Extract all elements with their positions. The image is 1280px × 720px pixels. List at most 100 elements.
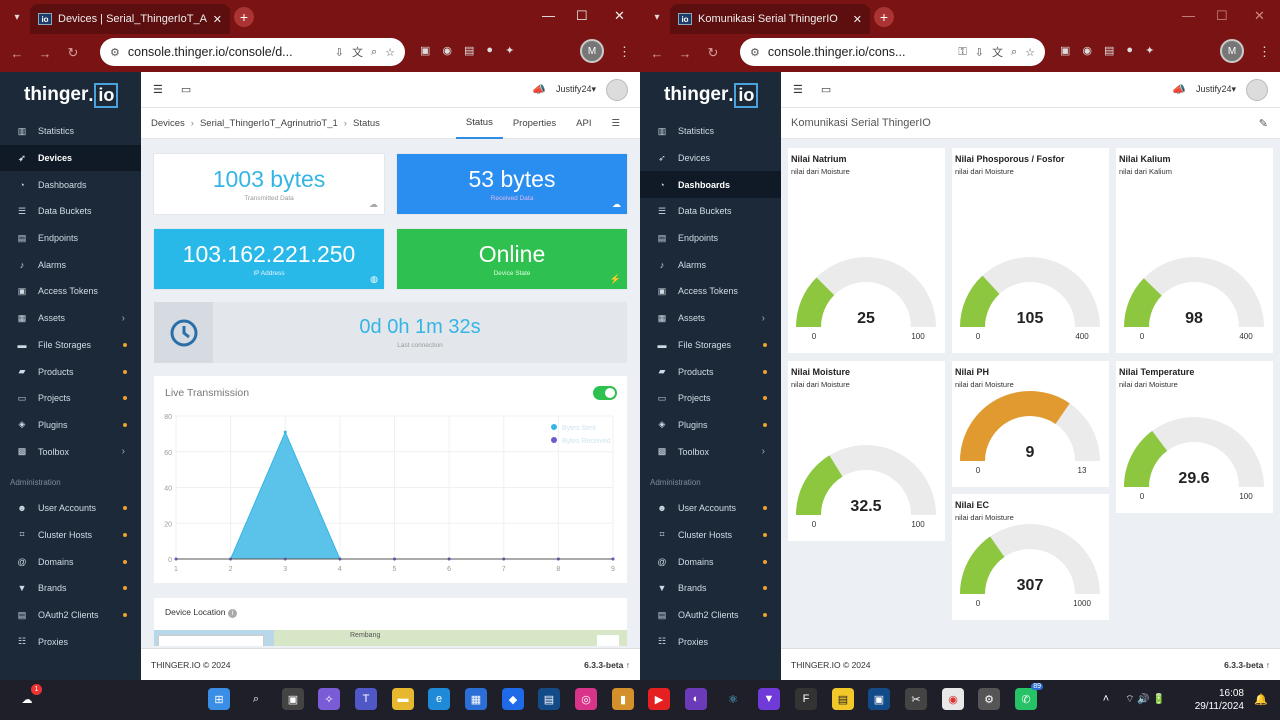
avatar[interactable] xyxy=(606,78,628,101)
edge-icon[interactable]: e xyxy=(428,688,450,710)
browser-tab[interactable]: io Devices | Serial_ThingerIoT_Agr ✕ xyxy=(30,4,230,34)
browser-tab[interactable]: io Komunikasi Serial ThingerIO ✕ xyxy=(670,4,870,34)
extension-icon[interactable]: ▤ xyxy=(1104,44,1114,57)
sidebar-item-oauth2-clients[interactable]: ▤ OAuth2 Clients xyxy=(0,602,141,629)
puzzle-icon[interactable]: ✦ xyxy=(505,44,514,57)
whatsapp-icon[interactable]: ✆ 89 xyxy=(1015,683,1043,710)
options-menu-icon[interactable]: ☰ xyxy=(601,108,630,139)
new-tab-button[interactable]: + xyxy=(234,7,254,27)
gauge-card[interactable]: Nilai EC nilai dari Moisture 307 0 1000 xyxy=(952,494,1109,620)
sidebar-item-projects[interactable]: ▭ Projects xyxy=(0,385,141,412)
sidebar-item-devices[interactable]: ➶ Devices xyxy=(0,144,141,172)
extension-icon[interactable]: ▣ xyxy=(420,44,430,57)
puzzle-icon[interactable]: ✦ xyxy=(1145,44,1154,57)
profile-avatar[interactable]: M xyxy=(580,39,604,63)
key-icon[interactable]: ⚿ xyxy=(958,46,966,59)
sidebar-item-projects[interactable]: ▭ Projects xyxy=(640,385,781,412)
sidebar-item-proxies[interactable]: ☷ Proxies xyxy=(0,628,141,655)
extension-icon[interactable]: ● xyxy=(1126,44,1133,57)
sidebar-item-access-tokens[interactable]: ▣ Access Tokens xyxy=(640,278,781,305)
thinger-logo[interactable]: thinger. io xyxy=(640,72,781,118)
fullscreen-icon[interactable] xyxy=(597,635,619,646)
tray-status-icons[interactable]: ⌔ 🔊 🔋 xyxy=(1120,688,1170,710)
sidebar-item-alarms[interactable]: ♪ Alarms xyxy=(0,251,141,278)
gauge-card[interactable]: Nilai Temperature nilai dari Moisture 29.6… xyxy=(1116,361,1273,513)
profile-avatar[interactable]: M xyxy=(1220,39,1244,63)
sidebar-item-domains[interactable]: @ Domains xyxy=(640,548,781,575)
sidebar-item-proxies[interactable]: ☷ Proxies xyxy=(640,628,781,655)
clock[interactable]: 16:08 29/11/2024 xyxy=(1195,687,1244,713)
site-info-icon[interactable]: ⚙ xyxy=(110,46,120,59)
app-icon[interactable]: ▼ xyxy=(758,688,780,710)
sidebar-item-toolbox[interactable]: ▩ Toolbox › xyxy=(0,438,141,465)
tab-api[interactable]: API xyxy=(566,108,601,139)
map[interactable]: Rembang xyxy=(154,630,627,646)
tab-properties[interactable]: Properties xyxy=(503,108,566,139)
instagram-icon[interactable]: ◎ xyxy=(575,688,597,710)
megaphone-icon[interactable]: 📣 xyxy=(1172,83,1186,96)
zoom-icon[interactable]: ⌕ xyxy=(371,46,377,59)
gauge-card[interactable]: Nilai PH nilai dari Moisture 9 0 13 xyxy=(952,361,1109,487)
app-icon[interactable]: ▣ xyxy=(868,688,890,710)
sidebar-item-brands[interactable]: ▼ Brands xyxy=(0,575,141,602)
teams-icon[interactable]: T xyxy=(355,688,377,710)
sidebar-item-user-accounts[interactable]: ☻ User Accounts xyxy=(640,495,781,522)
tab-status[interactable]: Status xyxy=(455,108,503,139)
sidebar-item-products[interactable]: ▰ Products xyxy=(0,358,141,385)
settings-icon[interactable]: ⚙ xyxy=(978,688,1000,710)
sidebar-item-brands[interactable]: ▼ Brands xyxy=(640,575,781,602)
close-window-icon[interactable]: ✕ xyxy=(1254,8,1265,24)
menu-kebab-icon[interactable]: ⋮ xyxy=(1258,44,1271,60)
sidebar-item-data-buckets[interactable]: ☰ Data Buckets xyxy=(0,198,141,225)
extension-icon[interactable]: ▣ xyxy=(1060,44,1070,57)
reload-icon[interactable]: ↻ xyxy=(64,45,82,61)
app-icon[interactable]: ▮ xyxy=(612,688,634,710)
sidebar-item-assets[interactable]: ▦ Assets › xyxy=(0,305,141,332)
back-icon[interactable]: ← xyxy=(648,46,666,61)
sidebar-item-user-accounts[interactable]: ☻ User Accounts xyxy=(0,495,141,522)
minimize-icon[interactable]: — xyxy=(542,8,555,23)
copilot-icon[interactable]: ✧ xyxy=(318,688,340,710)
translate-icon[interactable]: 文 xyxy=(992,44,1003,60)
sidebar-item-statistics[interactable]: ▥ Statistics xyxy=(640,118,781,145)
close-tab-icon[interactable]: ✕ xyxy=(213,13,222,26)
sidebar-item-toolbox[interactable]: ▩ Toolbox › xyxy=(640,438,781,465)
sidebar-item-plugins[interactable]: ◈ Plugins xyxy=(0,412,141,439)
sidebar-item-plugins[interactable]: ◈ Plugins xyxy=(640,412,781,439)
sidebar-item-domains[interactable]: @ Domains xyxy=(0,548,141,575)
install-icon[interactable]: ⇩ xyxy=(335,46,344,59)
sidebar-item-devices[interactable]: ➶ Devices xyxy=(640,145,781,172)
sidebar-item-endpoints[interactable]: ▤ Endpoints xyxy=(640,225,781,252)
file-explorer-icon[interactable]: ▬ xyxy=(392,688,414,710)
translate-icon[interactable]: 文 xyxy=(352,44,363,60)
sidebar-item-statistics[interactable]: ▥ Statistics xyxy=(0,118,141,145)
github-icon[interactable]: ◐ xyxy=(685,688,707,710)
extension-icon[interactable]: ◉ xyxy=(442,44,452,57)
menu-kebab-icon[interactable]: ⋮ xyxy=(618,44,631,60)
sidebar-item-products[interactable]: ▰ Products xyxy=(640,358,781,385)
gauge-card[interactable]: Nilai Phosporous / Fosfor nilai dari Mois… xyxy=(952,148,1109,353)
chrome-icon[interactable]: ◉ xyxy=(942,688,964,710)
forward-icon[interactable]: → xyxy=(676,46,694,61)
tab-list-icon[interactable]: ▾ xyxy=(8,8,26,26)
dropbox-icon[interactable]: ◆ xyxy=(502,688,524,710)
breadcrumb-device[interactable]: Serial_ThingerIoT_AgrinutrioT_1 xyxy=(200,118,338,129)
start-icon[interactable]: ⊞ xyxy=(208,688,230,710)
sidebar-item-access-tokens[interactable]: ▣ Access Tokens xyxy=(0,278,141,305)
extension-icon[interactable]: ● xyxy=(486,44,493,57)
store-icon[interactable]: ▦ xyxy=(465,688,487,710)
edit-icon[interactable]: ✎ xyxy=(1259,117,1268,130)
search-icon[interactable]: ⌕ xyxy=(245,688,267,710)
thinger-logo[interactable]: thinger. io xyxy=(0,72,141,118)
address-bar[interactable]: ⚙ console.thinger.io/cons... ⚿ ⇩ 文 ⌕ ☆ xyxy=(740,38,1045,66)
notification-bell-icon[interactable]: 🔔 xyxy=(1250,688,1272,710)
menu-toggle-icon[interactable]: ☰ xyxy=(153,83,163,96)
sidebar-item-file-storages[interactable]: ▬ File Storages xyxy=(640,332,781,359)
sidebar-item-cluster-hosts[interactable]: ⌗ Cluster Hosts xyxy=(0,522,141,549)
site-info-icon[interactable]: ⚙ xyxy=(750,46,760,59)
gauge-card[interactable]: Nilai Moisture nilai dari Moisture 32.5 0 10… xyxy=(788,361,945,541)
tab-list-icon[interactable]: ▾ xyxy=(648,8,666,26)
bookmark-star-icon[interactable]: ☆ xyxy=(1025,46,1035,59)
user-menu[interactable]: Justify24▾ xyxy=(556,84,596,95)
close-window-icon[interactable]: ✕ xyxy=(614,8,625,24)
